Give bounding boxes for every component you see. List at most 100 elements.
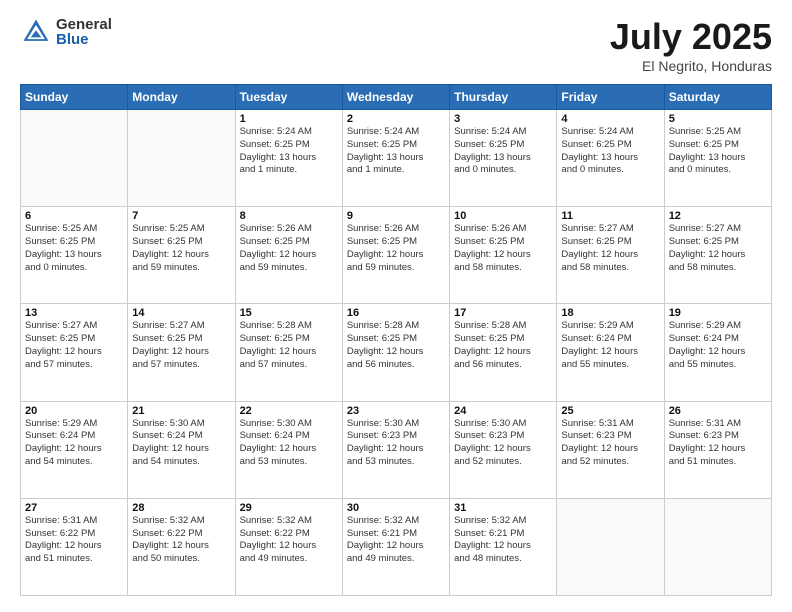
calendar-week-row: 20Sunrise: 5:29 AM Sunset: 6:24 PM Dayli… (21, 401, 772, 498)
day-number: 28 (132, 502, 230, 514)
calendar-week-row: 6Sunrise: 5:25 AM Sunset: 6:25 PM Daylig… (21, 207, 772, 304)
day-of-week-header: Tuesday (235, 85, 342, 110)
calendar-week-row: 27Sunrise: 5:31 AM Sunset: 6:22 PM Dayli… (21, 498, 772, 595)
day-number: 6 (25, 210, 123, 222)
calendar-cell (21, 110, 128, 207)
day-info: Sunrise: 5:25 AM Sunset: 6:25 PM Dayligh… (25, 223, 123, 274)
day-info: Sunrise: 5:24 AM Sunset: 6:25 PM Dayligh… (240, 126, 338, 177)
calendar-cell: 31Sunrise: 5:32 AM Sunset: 6:21 PM Dayli… (450, 498, 557, 595)
calendar-table: SundayMondayTuesdayWednesdayThursdayFrid… (20, 84, 772, 596)
calendar-cell: 19Sunrise: 5:29 AM Sunset: 6:24 PM Dayli… (664, 304, 771, 401)
day-number: 19 (669, 307, 767, 319)
calendar-cell: 4Sunrise: 5:24 AM Sunset: 6:25 PM Daylig… (557, 110, 664, 207)
header: General Blue July 2025 El Negrito, Hondu… (20, 16, 772, 74)
day-info: Sunrise: 5:28 AM Sunset: 6:25 PM Dayligh… (240, 320, 338, 371)
day-info: Sunrise: 5:26 AM Sunset: 6:25 PM Dayligh… (454, 223, 552, 274)
day-number: 15 (240, 307, 338, 319)
day-number: 9 (347, 210, 445, 222)
calendar-cell: 1Sunrise: 5:24 AM Sunset: 6:25 PM Daylig… (235, 110, 342, 207)
calendar-body: 1Sunrise: 5:24 AM Sunset: 6:25 PM Daylig… (21, 110, 772, 596)
day-info: Sunrise: 5:25 AM Sunset: 6:25 PM Dayligh… (669, 126, 767, 177)
day-number: 31 (454, 502, 552, 514)
day-info: Sunrise: 5:25 AM Sunset: 6:25 PM Dayligh… (132, 223, 230, 274)
day-number: 22 (240, 405, 338, 417)
calendar-cell: 28Sunrise: 5:32 AM Sunset: 6:22 PM Dayli… (128, 498, 235, 595)
day-info: Sunrise: 5:24 AM Sunset: 6:25 PM Dayligh… (347, 126, 445, 177)
logo-icon (20, 16, 52, 48)
day-number: 27 (25, 502, 123, 514)
calendar-cell: 27Sunrise: 5:31 AM Sunset: 6:22 PM Dayli… (21, 498, 128, 595)
calendar-cell: 10Sunrise: 5:26 AM Sunset: 6:25 PM Dayli… (450, 207, 557, 304)
day-info: Sunrise: 5:24 AM Sunset: 6:25 PM Dayligh… (561, 126, 659, 177)
logo-blue-text: Blue (56, 32, 112, 47)
logo: General Blue (20, 16, 112, 48)
calendar-cell: 20Sunrise: 5:29 AM Sunset: 6:24 PM Dayli… (21, 401, 128, 498)
day-number: 26 (669, 405, 767, 417)
day-info: Sunrise: 5:29 AM Sunset: 6:24 PM Dayligh… (669, 320, 767, 371)
calendar-cell: 17Sunrise: 5:28 AM Sunset: 6:25 PM Dayli… (450, 304, 557, 401)
calendar-cell: 9Sunrise: 5:26 AM Sunset: 6:25 PM Daylig… (342, 207, 449, 304)
day-of-week-header: Thursday (450, 85, 557, 110)
calendar-cell: 23Sunrise: 5:30 AM Sunset: 6:23 PM Dayli… (342, 401, 449, 498)
day-number: 11 (561, 210, 659, 222)
calendar-cell: 15Sunrise: 5:28 AM Sunset: 6:25 PM Dayli… (235, 304, 342, 401)
day-info: Sunrise: 5:30 AM Sunset: 6:24 PM Dayligh… (240, 418, 338, 469)
day-of-week-header: Wednesday (342, 85, 449, 110)
calendar-cell: 11Sunrise: 5:27 AM Sunset: 6:25 PM Dayli… (557, 207, 664, 304)
calendar-cell: 5Sunrise: 5:25 AM Sunset: 6:25 PM Daylig… (664, 110, 771, 207)
day-number: 13 (25, 307, 123, 319)
day-info: Sunrise: 5:29 AM Sunset: 6:24 PM Dayligh… (561, 320, 659, 371)
title-location: El Negrito, Honduras (610, 58, 772, 74)
calendar-cell: 18Sunrise: 5:29 AM Sunset: 6:24 PM Dayli… (557, 304, 664, 401)
calendar-cell: 3Sunrise: 5:24 AM Sunset: 6:25 PM Daylig… (450, 110, 557, 207)
day-number: 18 (561, 307, 659, 319)
day-number: 25 (561, 405, 659, 417)
calendar-cell: 6Sunrise: 5:25 AM Sunset: 6:25 PM Daylig… (21, 207, 128, 304)
day-number: 17 (454, 307, 552, 319)
day-info: Sunrise: 5:27 AM Sunset: 6:25 PM Dayligh… (132, 320, 230, 371)
day-number: 10 (454, 210, 552, 222)
day-info: Sunrise: 5:32 AM Sunset: 6:21 PM Dayligh… (454, 515, 552, 566)
calendar-cell: 22Sunrise: 5:30 AM Sunset: 6:24 PM Dayli… (235, 401, 342, 498)
day-number: 3 (454, 113, 552, 125)
calendar-cell: 16Sunrise: 5:28 AM Sunset: 6:25 PM Dayli… (342, 304, 449, 401)
calendar-week-row: 13 Sunrise: 5:27 AM Sunset: 6:25 PM Dayli… (21, 304, 772, 401)
day-info: Sunrise: 5:30 AM Sunset: 6:23 PM Dayligh… (454, 418, 552, 469)
calendar-cell: 14Sunrise: 5:27 AM Sunset: 6:25 PM Dayli… (128, 304, 235, 401)
calendar-cell: 21Sunrise: 5:30 AM Sunset: 6:24 PM Dayli… (128, 401, 235, 498)
day-info: Sunrise: 5:26 AM Sunset: 6:25 PM Dayligh… (240, 223, 338, 274)
day-info: Sunrise: 5:31 AM Sunset: 6:23 PM Dayligh… (669, 418, 767, 469)
calendar-cell: 29Sunrise: 5:32 AM Sunset: 6:22 PM Dayli… (235, 498, 342, 595)
calendar-cell: 2Sunrise: 5:24 AM Sunset: 6:25 PM Daylig… (342, 110, 449, 207)
day-number: 20 (25, 405, 123, 417)
calendar-cell: 25Sunrise: 5:31 AM Sunset: 6:23 PM Dayli… (557, 401, 664, 498)
day-number: 7 (132, 210, 230, 222)
day-info: Sunrise: 5:31 AM Sunset: 6:23 PM Dayligh… (561, 418, 659, 469)
calendar-cell (557, 498, 664, 595)
day-info: Sunrise: 5:28 AM Sunset: 6:25 PM Dayligh… (454, 320, 552, 371)
title-month: July 2025 (610, 16, 772, 58)
calendar-cell: 30Sunrise: 5:32 AM Sunset: 6:21 PM Dayli… (342, 498, 449, 595)
day-info: Sunrise: 5:32 AM Sunset: 6:22 PM Dayligh… (240, 515, 338, 566)
day-of-week-header: Saturday (664, 85, 771, 110)
day-info: Sunrise: 5:31 AM Sunset: 6:22 PM Dayligh… (25, 515, 123, 566)
title-block: July 2025 El Negrito, Honduras (610, 16, 772, 74)
calendar-cell: 8Sunrise: 5:26 AM Sunset: 6:25 PM Daylig… (235, 207, 342, 304)
calendar-cell (664, 498, 771, 595)
calendar-cell (128, 110, 235, 207)
day-number: 12 (669, 210, 767, 222)
calendar-week-row: 1Sunrise: 5:24 AM Sunset: 6:25 PM Daylig… (21, 110, 772, 207)
day-of-week-header: Friday (557, 85, 664, 110)
day-info: Sunrise: 5:27 AM Sunset: 6:25 PM Dayligh… (669, 223, 767, 274)
day-info: Sunrise: 5:26 AM Sunset: 6:25 PM Dayligh… (347, 223, 445, 274)
day-number: 8 (240, 210, 338, 222)
logo-general-text: General (56, 17, 112, 32)
day-number: 23 (347, 405, 445, 417)
calendar-cell: 26Sunrise: 5:31 AM Sunset: 6:23 PM Dayli… (664, 401, 771, 498)
day-number: 16 (347, 307, 445, 319)
page: General Blue July 2025 El Negrito, Hondu… (0, 0, 792, 612)
day-info: Sunrise: 5:29 AM Sunset: 6:24 PM Dayligh… (25, 418, 123, 469)
day-info: Sunrise: 5:32 AM Sunset: 6:22 PM Dayligh… (132, 515, 230, 566)
day-of-week-header: Sunday (21, 85, 128, 110)
day-info: Sunrise: 5:27 AM Sunset: 6:25 PM Dayligh… (561, 223, 659, 274)
